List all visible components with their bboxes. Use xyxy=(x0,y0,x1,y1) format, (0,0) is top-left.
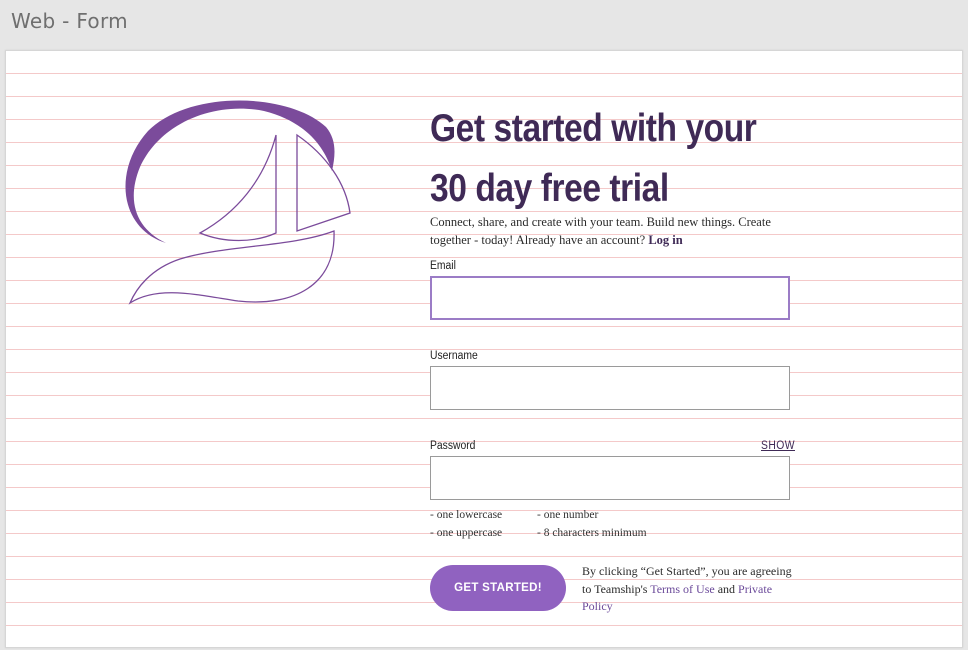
intro-paragraph: Connect, share, and create with your tea… xyxy=(430,213,780,249)
show-password-link[interactable]: SHOW xyxy=(761,440,795,452)
hint-number: - one number xyxy=(537,509,599,521)
email-field[interactable] xyxy=(430,276,790,320)
legal-notice: By clicking “Get Started”, you are agree… xyxy=(582,563,797,616)
username-field[interactable] xyxy=(430,366,790,410)
intro-text: Connect, share, and create with your tea… xyxy=(430,215,771,247)
login-link[interactable]: Log in xyxy=(648,233,682,247)
sailboat-logo-icon xyxy=(125,100,351,305)
heading-line-1: Get started with your xyxy=(430,107,757,150)
form-artboard: Get started with your 30 day free trial … xyxy=(5,50,963,648)
username-label: Username xyxy=(430,350,478,362)
hint-min-chars: - 8 characters minimum xyxy=(537,527,647,539)
email-label: Email xyxy=(430,260,456,272)
terms-of-use-link[interactable]: Terms of Use xyxy=(650,582,714,596)
password-field[interactable] xyxy=(430,456,790,500)
legal-and: and xyxy=(717,581,736,596)
heading-line-2: 30 day free trial xyxy=(430,167,669,210)
get-started-button[interactable]: GET STARTED! xyxy=(430,565,566,611)
hint-uppercase: - one uppercase xyxy=(430,527,503,539)
page-heading: Get started with your 30 day free trial xyxy=(430,99,757,219)
hint-lowercase: - one lowercase xyxy=(430,509,503,521)
password-label: Password xyxy=(430,440,476,452)
window-title: Web - Form xyxy=(11,9,128,33)
